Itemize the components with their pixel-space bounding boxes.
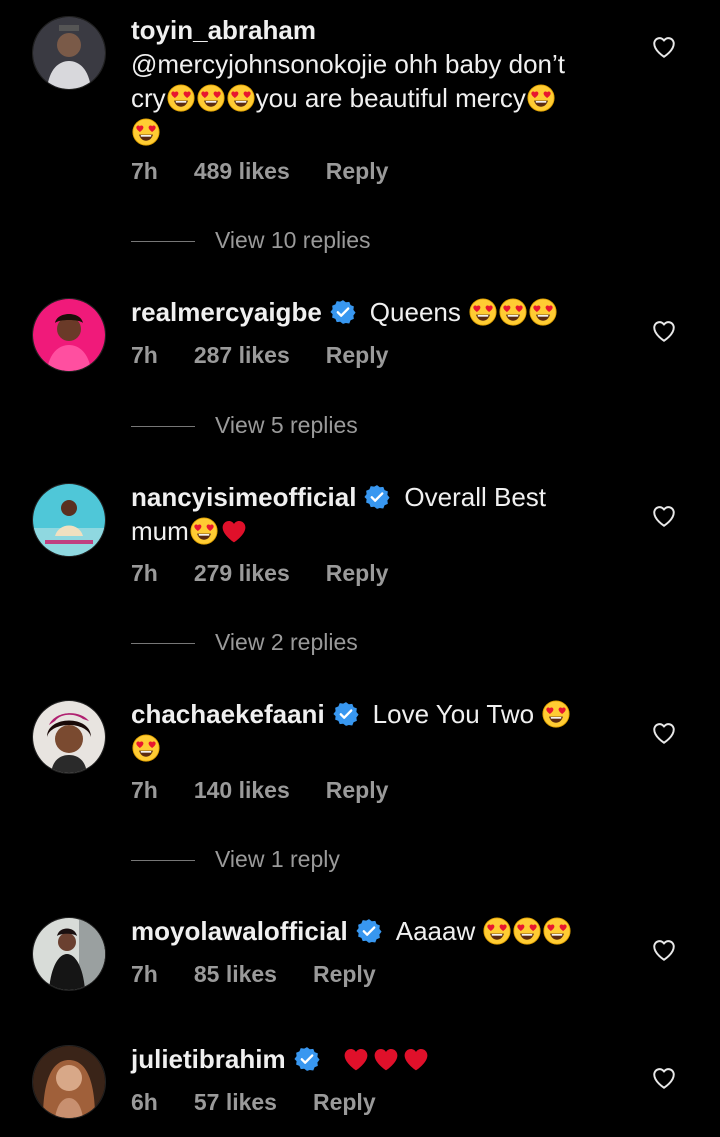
- view-replies-button[interactable]: View 2 replies: [131, 629, 358, 656]
- reply-button[interactable]: Reply: [326, 342, 389, 369]
- view-replies-button[interactable]: View 5 replies: [131, 412, 358, 439]
- username[interactable]: julietibrahim: [131, 1044, 286, 1074]
- timestamp: 7h: [131, 777, 158, 803]
- comment-meta: 6h 57 likes Reply: [131, 1089, 412, 1116]
- heart-eyes-emoji: [167, 84, 195, 112]
- likes-count[interactable]: 489 likes: [194, 158, 290, 185]
- timestamp: 6h: [131, 1089, 158, 1115]
- verified-badge-icon: [333, 701, 359, 727]
- view-replies-button[interactable]: View 10 replies: [131, 227, 371, 254]
- heart-eyes-emoji: [197, 84, 225, 112]
- heart-eyes-emoji: [499, 298, 527, 326]
- heart-eyes-emoji: [527, 84, 555, 112]
- view-replies-label: View 5 replies: [215, 412, 358, 438]
- timestamp: 7h: [131, 961, 158, 987]
- heart-eyes-emoji: [529, 298, 557, 326]
- comment-body: julietibrahim: [131, 1042, 611, 1076]
- heart-eyes-emoji: [227, 84, 255, 112]
- like-heart-icon[interactable]: [651, 318, 677, 344]
- comment-body: toyin_abraham @mercyjohnsonokojie ohh ba…: [131, 13, 611, 149]
- comment-body: nancyisimeofficial Overall Best mum: [131, 480, 611, 548]
- red-heart-emoji: [342, 1045, 370, 1073]
- username[interactable]: nancyisimeofficial: [131, 482, 356, 512]
- verified-badge-icon: [356, 918, 382, 944]
- reply-button[interactable]: Reply: [313, 1089, 376, 1116]
- comment-body: moyolawalofficial Aaaaw: [131, 914, 611, 948]
- divider-line: [131, 241, 195, 243]
- likes-count[interactable]: 140 likes: [194, 777, 290, 804]
- reply-button[interactable]: Reply: [313, 961, 376, 988]
- heart-eyes-emoji: [513, 917, 541, 945]
- avatar[interactable]: [32, 917, 106, 991]
- view-replies-label: View 10 replies: [215, 227, 371, 253]
- comment-meta: 7h 287 likes Reply: [131, 342, 424, 369]
- likes-count[interactable]: 287 likes: [194, 342, 290, 369]
- comment-meta: 7h 140 likes Reply: [131, 777, 424, 804]
- heart-eyes-emoji: [132, 734, 160, 762]
- red-heart-emoji: [402, 1045, 430, 1073]
- avatar[interactable]: [32, 1045, 106, 1119]
- view-replies-button[interactable]: View 1 reply: [131, 846, 340, 873]
- comment-meta: 7h 279 likes Reply: [131, 560, 424, 587]
- verified-badge-icon: [294, 1046, 320, 1072]
- like-heart-icon[interactable]: [651, 1065, 677, 1091]
- like-heart-icon[interactable]: [651, 937, 677, 963]
- red-heart-emoji: [220, 517, 248, 545]
- avatar[interactable]: [32, 700, 106, 774]
- comment-text: Overall Best: [404, 482, 547, 512]
- comment-text-line-2: cry: [131, 83, 166, 113]
- comment-text: Aaaaw: [395, 916, 476, 946]
- comment-body: chachaekefaani Love You Two: [131, 697, 611, 765]
- heart-eyes-emoji: [190, 517, 218, 545]
- comment-text-line-3: you are beautiful mercy: [255, 83, 526, 113]
- view-replies-label: View 1 reply: [215, 846, 340, 872]
- comment-text-line-1: @mercyjohnsonokojie ohh baby don’t: [131, 49, 565, 79]
- heart-eyes-emoji: [483, 917, 511, 945]
- verified-badge-icon: [330, 299, 356, 325]
- likes-count[interactable]: 279 likes: [194, 560, 290, 587]
- avatar[interactable]: [32, 16, 106, 90]
- likes-count[interactable]: 85 likes: [194, 961, 277, 988]
- comment-meta: 7h 489 likes Reply: [131, 158, 424, 185]
- heart-eyes-emoji: [132, 118, 160, 146]
- heart-eyes-emoji: [469, 298, 497, 326]
- reply-button[interactable]: Reply: [326, 158, 389, 185]
- username[interactable]: toyin_abraham: [131, 15, 316, 45]
- avatar[interactable]: [32, 298, 106, 372]
- verified-badge-icon: [364, 484, 390, 510]
- avatar[interactable]: [32, 483, 106, 557]
- reply-button[interactable]: Reply: [326, 560, 389, 587]
- heart-eyes-emoji: [543, 917, 571, 945]
- divider-line: [131, 860, 195, 862]
- username[interactable]: chachaekefaani: [131, 699, 325, 729]
- like-heart-icon[interactable]: [651, 34, 677, 60]
- likes-count[interactable]: 57 likes: [194, 1089, 277, 1116]
- comment-text: Love You Two: [372, 699, 535, 729]
- comment-text-line-2: mum: [131, 516, 189, 546]
- username[interactable]: moyolawalofficial: [131, 916, 348, 946]
- comment-meta: 7h 85 likes Reply: [131, 961, 412, 988]
- comment-text: Queens: [369, 297, 461, 327]
- timestamp: 7h: [131, 342, 158, 368]
- username[interactable]: realmercyaigbe: [131, 297, 322, 327]
- timestamp: 7h: [131, 158, 158, 184]
- divider-line: [131, 426, 195, 428]
- reply-button[interactable]: Reply: [326, 777, 389, 804]
- like-heart-icon[interactable]: [651, 503, 677, 529]
- comment-body: realmercyaigbe Queens: [131, 295, 611, 329]
- red-heart-emoji: [372, 1045, 400, 1073]
- divider-line: [131, 643, 195, 645]
- view-replies-label: View 2 replies: [215, 629, 358, 655]
- timestamp: 7h: [131, 560, 158, 586]
- like-heart-icon[interactable]: [651, 720, 677, 746]
- heart-eyes-emoji: [542, 700, 570, 728]
